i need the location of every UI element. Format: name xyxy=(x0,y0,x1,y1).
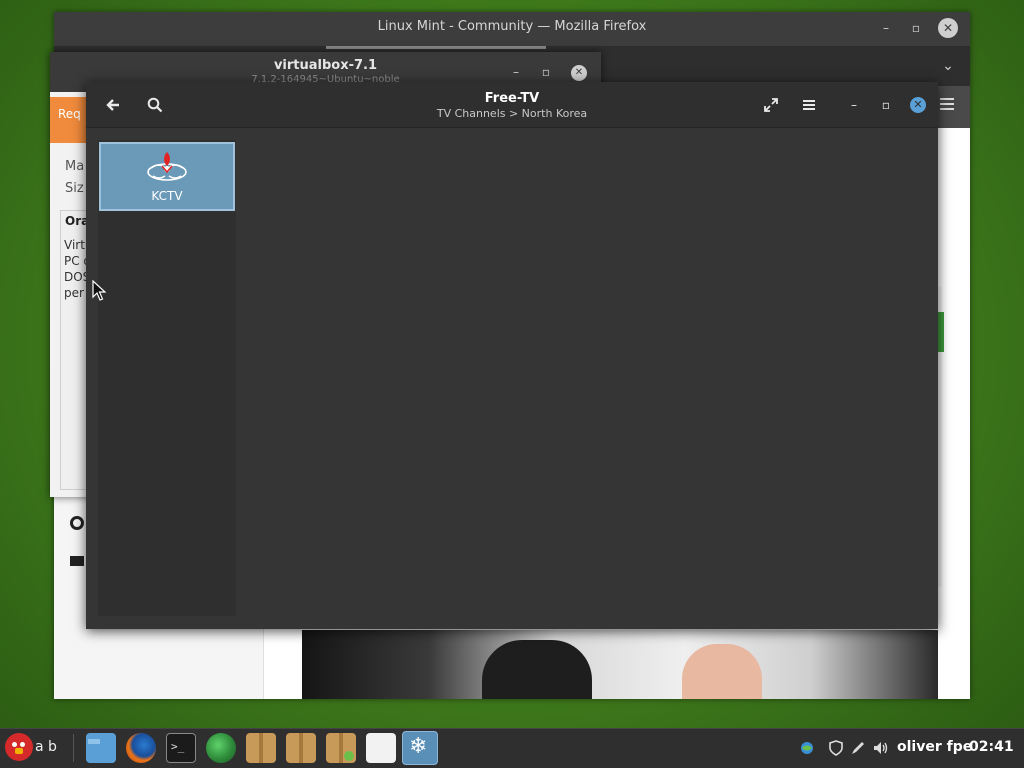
minimize-button[interactable]: – xyxy=(841,92,867,118)
eye-left xyxy=(12,742,17,747)
maximize-button[interactable]: ▫ xyxy=(873,92,899,118)
virtualbox-minimize-button[interactable]: – xyxy=(506,62,526,82)
speaker-icon xyxy=(874,742,888,754)
description-line-4: per xyxy=(64,286,84,300)
virtualbox-close-button[interactable]: ✕ xyxy=(571,65,587,81)
network-icon[interactable] xyxy=(798,740,816,760)
freetv-window[interactable]: Free-TV TV Channels > North Korea – ▫ ✕ … xyxy=(86,82,938,629)
close-button[interactable]: ✕ xyxy=(910,97,926,113)
fullscreen-button[interactable] xyxy=(758,92,784,118)
page-accent-bar xyxy=(938,312,944,352)
expand-icon xyxy=(764,98,778,112)
angry-bird-menu-icon[interactable] xyxy=(5,733,33,761)
network-globe-icon xyxy=(801,742,813,754)
mouse-pointer-icon xyxy=(92,280,106,301)
install-badge-icon xyxy=(344,751,354,761)
package-icon[interactable] xyxy=(286,733,316,763)
volume-icon[interactable] xyxy=(872,740,890,760)
video-thumbnail[interactable] xyxy=(302,630,938,699)
clock[interactable]: 02:41 xyxy=(969,739,1014,755)
video-frame xyxy=(302,630,938,699)
prompt-glyph: >_ xyxy=(171,740,185,753)
channel-label: KCTV xyxy=(151,189,183,203)
description-line-1: Virt xyxy=(64,238,85,252)
detail-label-2: Siz xyxy=(65,181,84,196)
firefox-icon[interactable] xyxy=(126,733,156,763)
snowflake-glyph: ❄ xyxy=(409,734,428,759)
folder-tab xyxy=(88,739,100,744)
username-label[interactable]: oliver fpe xyxy=(897,739,972,755)
active-tab-indicator xyxy=(326,46,546,49)
video-person-left xyxy=(482,640,592,699)
package-tape xyxy=(259,733,263,763)
firefox-maximize-button[interactable]: ▫ xyxy=(906,18,926,38)
package-tape xyxy=(299,733,303,763)
terminal-icon[interactable]: >_ xyxy=(166,733,196,763)
internet-download-manager-icon[interactable] xyxy=(206,733,236,763)
firefox-minimize-button[interactable]: – xyxy=(876,18,896,38)
firefox-close-button[interactable]: ✕ xyxy=(938,18,958,38)
package-install-icon[interactable] xyxy=(326,733,356,763)
beak xyxy=(15,748,23,754)
firefox-menu-icon[interactable] xyxy=(940,98,954,100)
snowflake-app-icon[interactable]: ❄ xyxy=(402,731,438,765)
channel-tile-kctv[interactable]: KCTV xyxy=(99,142,235,211)
menu-button[interactable] xyxy=(796,92,822,118)
firefox-window-title: Linux Mint - Community — Mozilla Firefox xyxy=(377,19,647,34)
package-icon[interactable] xyxy=(246,733,276,763)
detail-label-1: Ma xyxy=(65,159,85,174)
tab-list-button[interactable]: ⌄ xyxy=(938,56,958,76)
menu-label[interactable]: a b xyxy=(35,739,57,755)
kctv-logo xyxy=(147,152,187,181)
card-icon xyxy=(70,556,84,566)
pencil-icon xyxy=(852,742,864,754)
disc-icon xyxy=(70,516,84,530)
virtualbox-maximize-button[interactable]: ▫ xyxy=(536,62,556,82)
hamburger-icon xyxy=(803,100,815,110)
files-icon[interactable] xyxy=(86,733,116,763)
taskbar-separator xyxy=(73,734,74,762)
blank-window-icon[interactable] xyxy=(366,733,396,763)
eye-right xyxy=(20,742,25,747)
shield-icon[interactable] xyxy=(828,740,844,760)
paint-tool-icon[interactable] xyxy=(850,740,866,760)
shield-glyph-icon xyxy=(829,740,843,756)
request-tab-label: Req xyxy=(58,107,81,121)
video-person-right xyxy=(682,644,762,699)
package-tape xyxy=(339,733,343,763)
channel-list[interactable] xyxy=(98,140,236,616)
